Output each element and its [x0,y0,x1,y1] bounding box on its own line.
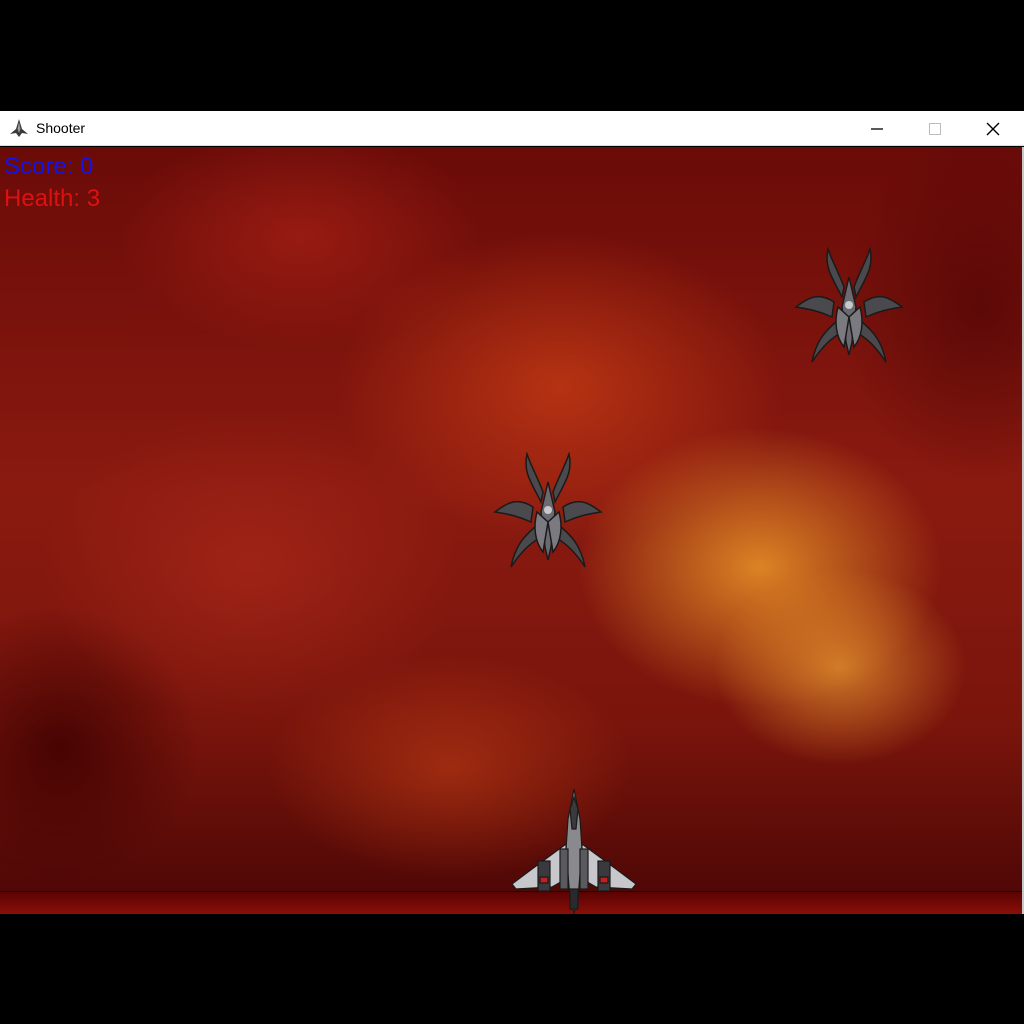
maximize-icon [929,122,941,135]
ground-strip [0,892,1022,914]
minimize-icon [871,127,883,130]
alien-ship-enemy [493,452,603,568]
alien-ship-enemy [794,247,904,363]
game-canvas[interactable]: Score: 0 Health: 3 [0,147,1022,914]
health-label: Health: 3 [4,185,101,212]
minimize-button[interactable] [848,111,906,146]
close-icon [986,122,1000,135]
window-title: Shooter [36,120,86,136]
maximize-button[interactable] [906,111,964,146]
spaceship-icon [10,119,28,137]
score-label: Score: 0 [4,153,94,180]
player-ship [512,789,636,914]
title-bar[interactable]: Shooter [0,111,1024,146]
close-button[interactable] [964,111,1022,146]
game-window: Shooter Score: 0 Health: 3 [0,111,1024,914]
